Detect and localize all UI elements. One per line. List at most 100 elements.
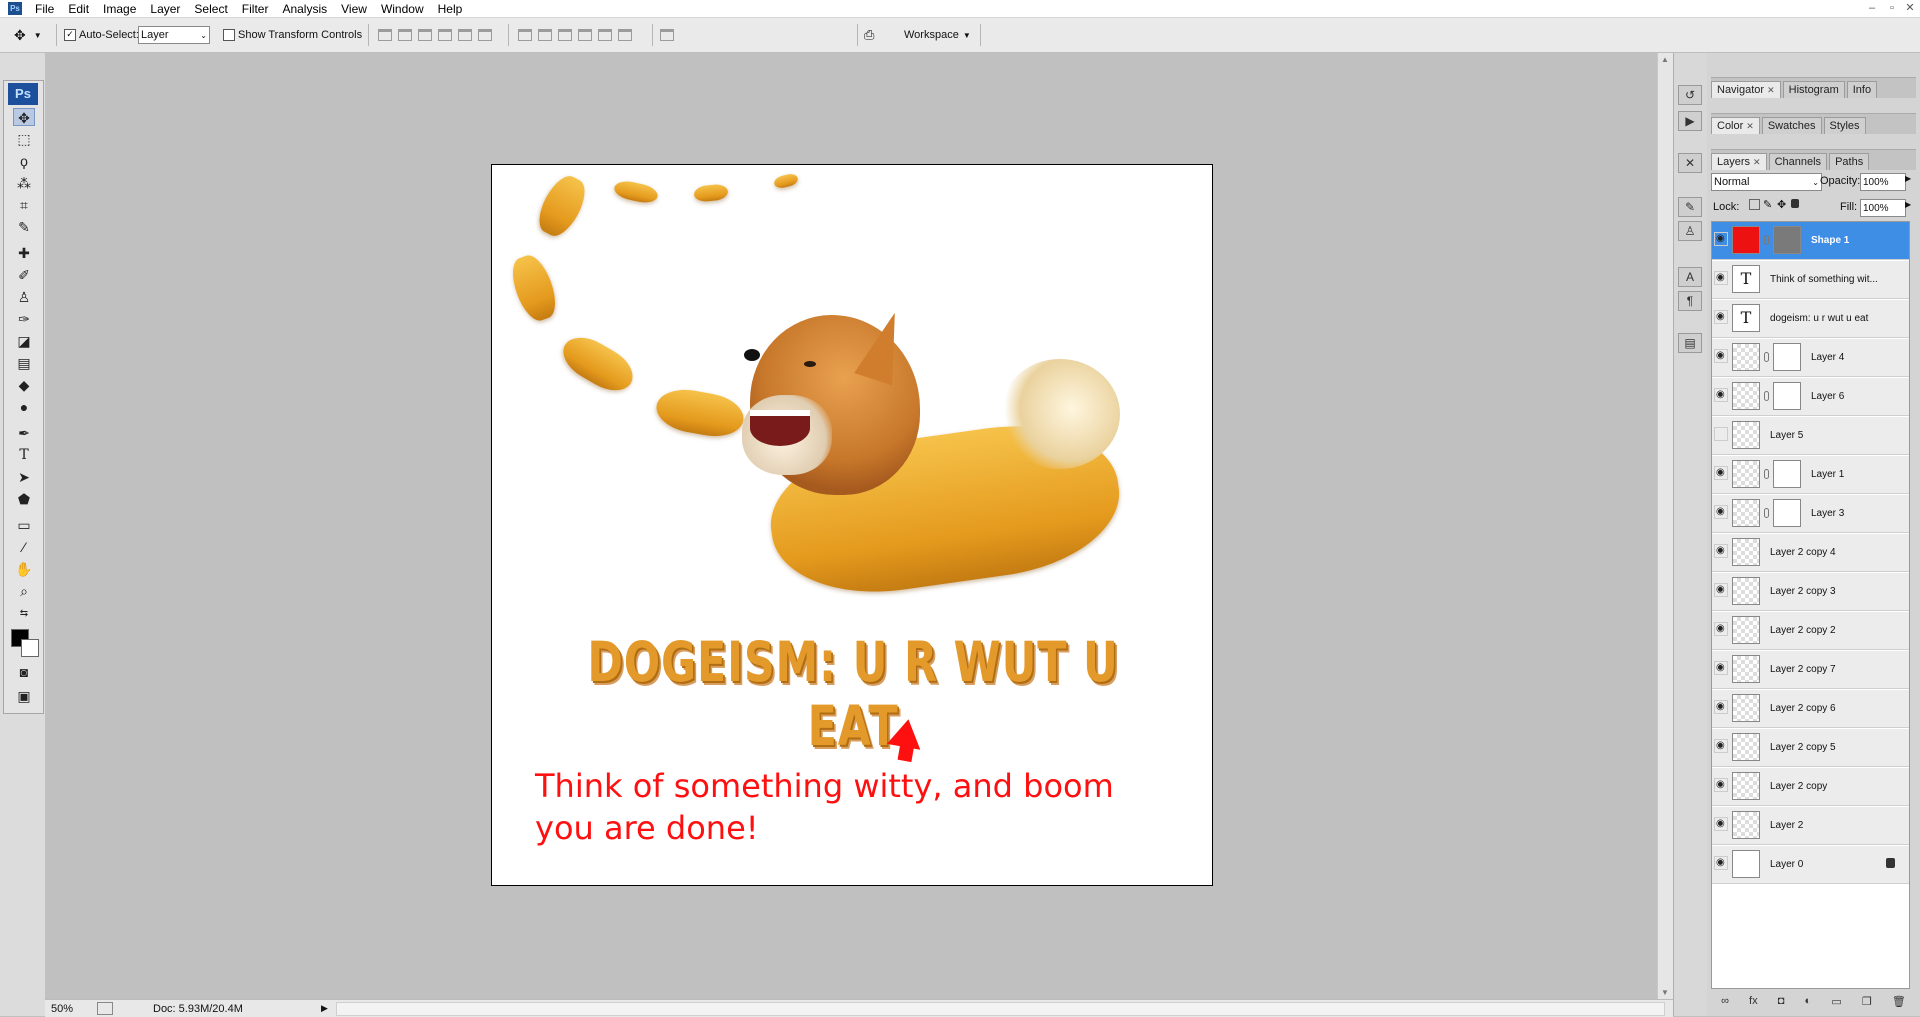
link-icon[interactable]	[1764, 352, 1769, 362]
bridge-button[interactable]: ⎙	[864, 26, 874, 44]
tab-channels[interactable]: Channels	[1768, 153, 1828, 170]
layer-thumbnail[interactable]	[1732, 655, 1760, 683]
layer-row[interactable]: ◉ Layer 6	[1712, 378, 1909, 416]
paragraph-panel-icon[interactable]: ¶	[1678, 291, 1702, 311]
auto-select-checkbox[interactable]: ✓ Auto-Select:	[64, 26, 139, 44]
layer-mask-thumbnail[interactable]	[1773, 226, 1801, 254]
visibility-toggle[interactable]: ◉	[1714, 310, 1728, 324]
link-icon[interactable]	[1764, 391, 1769, 401]
layer-row[interactable]: ◉ Layer 2	[1712, 807, 1909, 845]
align-left-icon[interactable]	[438, 29, 452, 41]
lock-all-icon[interactable]	[1791, 199, 1799, 208]
lasso-tool-icon[interactable]: ϙ	[13, 152, 35, 170]
type-tool-icon[interactable]: T	[13, 446, 35, 464]
shape-tool-icon[interactable]: ⬟	[13, 490, 35, 508]
eraser-tool-icon[interactable]: ◪	[13, 332, 35, 350]
layer-thumbnail[interactable]	[1732, 226, 1760, 254]
menu-analysis[interactable]: Analysis	[275, 2, 334, 16]
visibility-toggle[interactable]: ◉	[1714, 583, 1728, 597]
tab-styles[interactable]: Styles	[1823, 117, 1866, 134]
layer-comps-icon[interactable]: ▤	[1678, 333, 1702, 353]
layer-row[interactable]: ◉ Layer 2 copy 2	[1712, 612, 1909, 650]
tab-navigator[interactable]: Navigator ✕	[1711, 81, 1781, 98]
distribute-left-icon[interactable]	[578, 29, 592, 41]
pen-tool-icon[interactable]: ✒	[13, 424, 35, 442]
visibility-toggle[interactable]: ◉	[1714, 349, 1728, 363]
brush-tool-icon[interactable]: ✐	[13, 266, 35, 284]
history-brush-tool-icon[interactable]: ✑	[13, 310, 35, 328]
layer-thumbnail[interactable]	[1732, 343, 1760, 371]
slice-tool-icon[interactable]: ✎	[13, 218, 35, 236]
add-mask-icon[interactable]: ◘	[1778, 995, 1785, 1007]
opacity-slider-arrow-icon[interactable]: ▶	[1905, 174, 1911, 183]
tab-layers[interactable]: Layers ✕	[1711, 153, 1767, 170]
adjustment-layer-icon[interactable]: ◐	[1805, 995, 1812, 1007]
visibility-toggle[interactable]	[1714, 427, 1728, 441]
move-tool-icon[interactable]: ✥	[13, 108, 35, 126]
layer-row[interactable]: ◉ Layer 1	[1712, 456, 1909, 494]
layer-thumbnail[interactable]	[1732, 772, 1760, 800]
layer-thumbnail[interactable]	[1732, 460, 1760, 488]
magic-wand-tool-icon[interactable]: ⁂	[13, 174, 35, 192]
distribute-bottom-icon[interactable]	[558, 29, 572, 41]
blur-tool-icon[interactable]: ◆	[13, 376, 35, 394]
move-tool-preset-picker[interactable]: ✥ ▼	[14, 26, 42, 44]
visibility-toggle[interactable]: ◉	[1714, 466, 1728, 480]
visibility-toggle[interactable]: ◉	[1714, 271, 1728, 285]
visibility-toggle[interactable]: ◉	[1714, 388, 1728, 402]
quick-mask-icon[interactable]: ◙	[13, 663, 35, 681]
layer-thumbnail[interactable]	[1732, 499, 1760, 527]
layer-thumbnail[interactable]	[1732, 577, 1760, 605]
layer-row[interactable]: ◉ Layer 3	[1712, 495, 1909, 533]
show-transform-controls-checkbox[interactable]: Show Transform Controls	[223, 26, 362, 44]
menu-file[interactable]: File	[28, 2, 61, 16]
new-group-icon[interactable]: ▭	[1831, 995, 1841, 1008]
fill-input[interactable]: 100%	[1860, 199, 1906, 217]
link-layers-icon[interactable]: ∞	[1721, 995, 1729, 1007]
layer-row[interactable]: ◉ T Think of something wit...	[1712, 261, 1909, 299]
opacity-input[interactable]: 100%	[1860, 173, 1906, 191]
layer-thumbnail[interactable]	[1732, 733, 1760, 761]
eyedropper-tool-icon[interactable]: ⁄	[13, 538, 35, 556]
layer-thumbnail[interactable]	[1732, 538, 1760, 566]
healing-brush-tool-icon[interactable]: ✚	[13, 244, 35, 262]
document-canvas[interactable]: DOGEISM: U R WUT U EAT Think of somethin…	[491, 164, 1213, 886]
gradient-tool-icon[interactable]: ▤	[13, 354, 35, 372]
menu-view[interactable]: View	[334, 2, 374, 16]
fill-slider-arrow-icon[interactable]: ▶	[1905, 200, 1911, 209]
menu-help[interactable]: Help	[431, 2, 470, 16]
visibility-toggle[interactable]: ◉	[1714, 544, 1728, 558]
layer-row[interactable]: ◉ Layer 2 copy	[1712, 768, 1909, 806]
align-hcenter-icon[interactable]	[458, 29, 472, 41]
dodge-tool-icon[interactable]: ●	[13, 398, 35, 416]
layer-mask-thumbnail[interactable]	[1773, 343, 1801, 371]
scroll-down-icon[interactable]: ▼	[1661, 988, 1669, 997]
lock-image-icon[interactable]: ✎	[1763, 198, 1772, 211]
layer-row[interactable]: ◉ Layer 2 copy 3	[1712, 573, 1909, 611]
layer-row[interactable]: ◉ Layer 2 copy 4	[1712, 534, 1909, 572]
tab-histogram[interactable]: Histogram	[1782, 81, 1845, 98]
menu-image[interactable]: Image	[96, 2, 143, 16]
lock-transparent-icon[interactable]	[1749, 199, 1760, 210]
layer-thumbnail[interactable]	[1732, 421, 1760, 449]
visibility-toggle[interactable]: ◉	[1714, 700, 1728, 714]
text-layer-icon[interactable]: T	[1732, 304, 1760, 332]
notes-tool-icon[interactable]: ▭	[13, 516, 35, 534]
distribute-right-icon[interactable]	[618, 29, 632, 41]
trash-icon[interactable]: 🗑	[1892, 995, 1906, 1008]
lock-position-icon[interactable]: ✥	[1777, 198, 1786, 211]
close-icon[interactable]: ✕	[1753, 157, 1761, 167]
text-layer-icon[interactable]: T	[1732, 265, 1760, 293]
brushes-panel-icon[interactable]: ✎	[1678, 197, 1702, 217]
menu-filter[interactable]: Filter	[235, 2, 276, 16]
layer-row[interactable]: Layer 5	[1712, 417, 1909, 455]
canvas-horizontal-scrollbar[interactable]	[335, 1001, 1665, 1016]
actions-panel-icon[interactable]: ▶	[1678, 111, 1702, 131]
align-right-icon[interactable]	[478, 29, 492, 41]
visibility-toggle[interactable]: ◉	[1714, 622, 1728, 636]
menu-layer[interactable]: Layer	[143, 2, 187, 16]
auto-align-button[interactable]	[660, 26, 680, 44]
layer-row[interactable]: ◉ Tdogeism: u r wut u eat	[1712, 300, 1909, 338]
tool-presets-icon[interactable]: ✕	[1678, 153, 1702, 173]
character-panel-icon[interactable]: A	[1678, 267, 1702, 287]
